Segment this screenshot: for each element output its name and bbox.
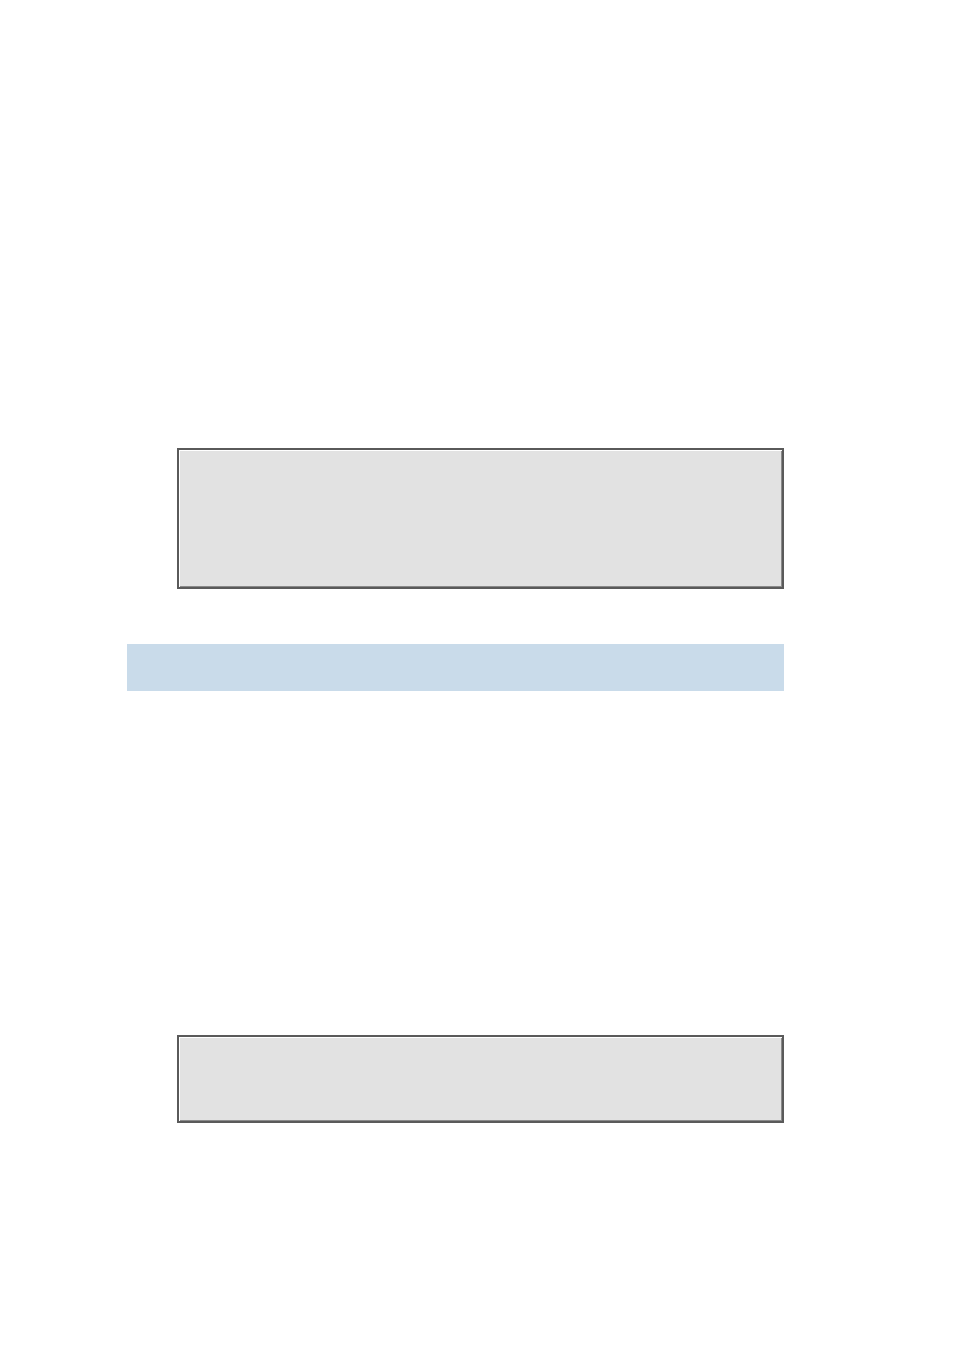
highlight-bar — [127, 644, 784, 691]
content-box-2 — [177, 1035, 784, 1123]
document-page — [0, 0, 954, 1350]
content-box-1 — [177, 448, 784, 589]
